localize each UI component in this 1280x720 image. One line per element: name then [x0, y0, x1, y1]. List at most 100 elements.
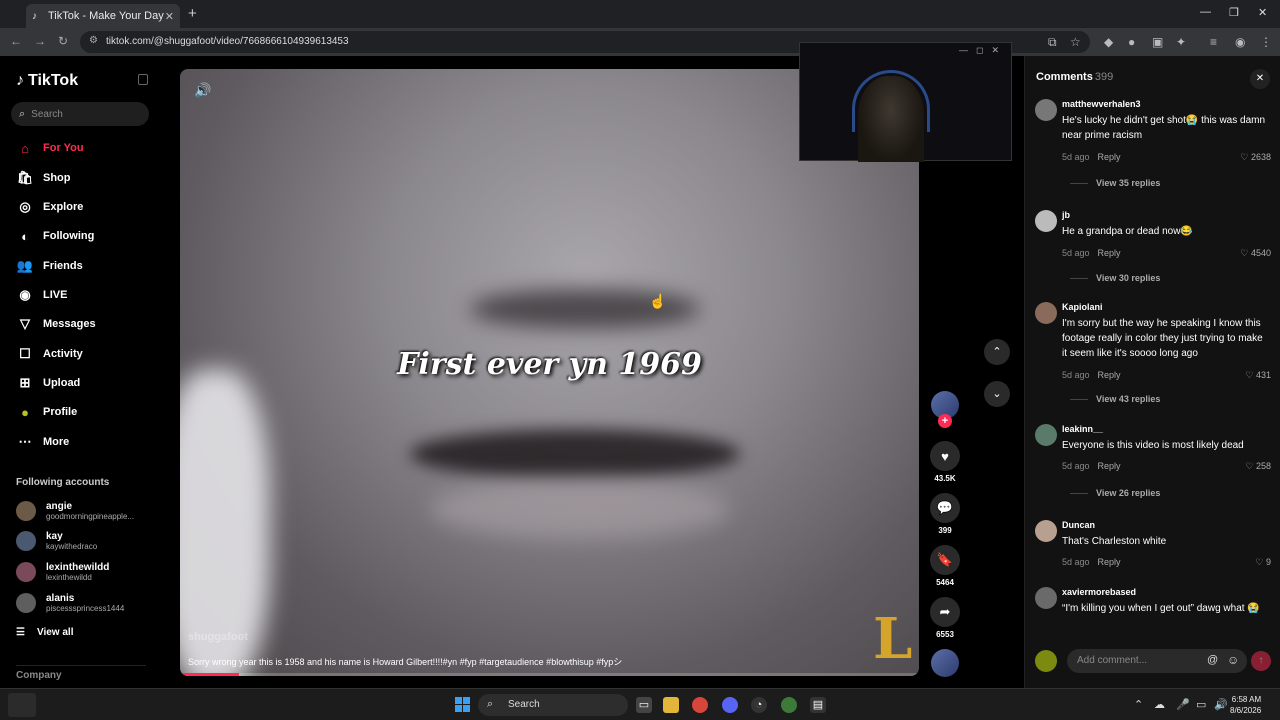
comment-like-button[interactable]: ♡ 258	[1245, 461, 1271, 472]
avatar[interactable]	[1035, 520, 1057, 542]
video-progress-bar[interactable]	[180, 673, 919, 676]
nav-for-you[interactable]: ⌂ For You	[16, 138, 83, 158]
close-comments-icon[interactable]: ✕	[1250, 69, 1270, 89]
forward-icon[interactable]: →	[34, 34, 46, 48]
window-close-icon[interactable]: ✕	[1258, 6, 1267, 19]
nav-friends[interactable]: 👥 Friends	[16, 256, 83, 276]
nav-explore[interactable]: ◎ Explore	[16, 197, 83, 217]
view-replies-button[interactable]: View 26 replies	[1070, 488, 1160, 498]
close-tab-icon[interactable]: ✕	[165, 10, 174, 23]
send-arrow-icon[interactable]: ↑	[1251, 651, 1271, 671]
comment-like-button[interactable]: ♡ 4540	[1240, 248, 1271, 259]
following-account[interactable]: lexinthewildd lexinthewildd	[16, 559, 109, 585]
following-account[interactable]: kay kaywithedraco	[16, 528, 97, 554]
comment-user[interactable]: xaviermorebased	[1062, 587, 1136, 597]
nav-upload[interactable]: ⊞ Upload	[16, 373, 81, 393]
profile-icon[interactable]: ◉	[1235, 35, 1245, 49]
comment-user[interactable]: leakinn__	[1062, 424, 1103, 434]
chrome-icon[interactable]	[692, 697, 708, 713]
like-button[interactable]: ♥ 43.5K	[929, 441, 961, 483]
comment-button[interactable]: 💬 399	[929, 493, 961, 535]
add-comment-input[interactable]: Add comment...	[1067, 649, 1247, 673]
tab-search-icon[interactable]: ≡	[1210, 35, 1217, 49]
reply-button[interactable]: Reply	[1098, 370, 1121, 380]
app-icon[interactable]: ▤	[810, 697, 826, 713]
install-app-icon[interactable]: ⧉	[1048, 35, 1057, 50]
display-icon[interactable]: ▭	[1196, 698, 1206, 711]
app-icon[interactable]: ◔	[751, 697, 767, 713]
following-account[interactable]: angie goodmorningpineapple...	[16, 498, 134, 524]
comment-like-button[interactable]: ♡ 2638	[1240, 152, 1271, 163]
view-all-link[interactable]: ☰ View all	[16, 627, 73, 638]
windows-start-icon[interactable]	[455, 697, 471, 713]
comment-user[interactable]: Kapiolani	[1062, 302, 1103, 312]
share-button[interactable]: ➦ 6553	[929, 597, 961, 639]
clock[interactable]: 6:58 AM 8/6/2026	[1230, 694, 1261, 716]
reply-button[interactable]: Reply	[1098, 557, 1121, 567]
nav-messages[interactable]: ▽ Messages	[16, 314, 96, 334]
extension-icon[interactable]: ●	[1128, 35, 1135, 49]
avatar[interactable]	[1035, 587, 1057, 609]
reply-button[interactable]: Reply	[1098, 152, 1121, 162]
browser-tab[interactable]: ♪ TikTok - Make Your Day ✕	[26, 4, 180, 28]
comment-like-button[interactable]: ♡ 431	[1245, 370, 1271, 381]
hand-cursor-icon: ☝	[649, 293, 667, 309]
network-icon[interactable]: ☁	[1154, 698, 1165, 711]
nav-shop[interactable]: 🛍 Shop	[16, 168, 71, 188]
nav-more[interactable]: ⋯ More	[16, 432, 70, 452]
avatar[interactable]	[1035, 210, 1057, 232]
new-tab-icon[interactable]: +	[188, 5, 197, 22]
reply-button[interactable]: Reply	[1098, 248, 1121, 258]
microphone-icon[interactable]: 🎤	[1176, 698, 1190, 711]
extension-icon[interactable]: ▣	[1152, 35, 1163, 49]
next-video-chevron-down-icon[interactable]: ⌄	[984, 381, 1010, 407]
site-info-icon[interactable]: ⚙	[89, 35, 98, 46]
view-replies-button[interactable]: View 35 replies	[1070, 178, 1160, 188]
avatar[interactable]	[1035, 99, 1057, 121]
show-hidden-icons-chevron-up-icon[interactable]: ⌃	[1134, 698, 1143, 711]
comment-user[interactable]: matthewverhalen3	[1062, 99, 1141, 109]
file-explorer-icon[interactable]	[663, 697, 679, 713]
tiktok-logo[interactable]: ♪ TikTok	[16, 72, 78, 90]
discord-icon[interactable]	[722, 697, 738, 713]
nav-profile[interactable]: ● Profile	[16, 402, 77, 422]
following-account[interactable]: alanis piscesssprincess1444	[16, 590, 124, 616]
back-icon[interactable]: ←	[10, 34, 22, 48]
task-view-icon[interactable]: ▭	[636, 697, 652, 713]
reply-button[interactable]: Reply	[1098, 461, 1121, 471]
video-author[interactable]: shuggafoot	[188, 631, 248, 643]
view-replies-button[interactable]: View 43 replies	[1070, 394, 1160, 404]
menu-kebab-icon[interactable]: ⋮	[1260, 35, 1272, 49]
widgets-button[interactable]	[8, 693, 36, 717]
chrome-active-icon[interactable]	[781, 697, 797, 713]
nav-activity[interactable]: ☐ Activity	[16, 344, 83, 364]
previous-video-chevron-up-icon[interactable]: ⌃	[984, 339, 1010, 365]
nav-live[interactable]: ◉ LIVE	[16, 285, 67, 305]
search-input[interactable]: ⌕ Search	[11, 102, 149, 126]
sound-disc-avatar[interactable]	[931, 649, 959, 677]
volume-icon[interactable]: 🔊	[1214, 698, 1228, 711]
emoji-icon[interactable]: ☺	[1227, 653, 1239, 667]
company-link[interactable]: Company	[16, 670, 62, 681]
taskbar-search[interactable]: ⌕ Search	[478, 694, 628, 716]
nav-following[interactable]: ◐ Following	[16, 226, 94, 246]
reload-icon[interactable]: ↻	[58, 34, 68, 48]
avatar[interactable]	[1035, 424, 1057, 446]
save-button[interactable]: 🔖 5464	[929, 545, 961, 587]
comment-like-button[interactable]: ♡ 9	[1255, 557, 1271, 568]
pip-window-controls[interactable]: —◻✕	[959, 45, 1007, 56]
maximize-icon[interactable]: ❐	[1229, 6, 1239, 19]
mention-at-icon[interactable]: @	[1207, 654, 1218, 666]
bookmark-star-icon[interactable]: ☆	[1070, 35, 1081, 49]
volume-icon[interactable]: 🔊	[194, 82, 211, 99]
extensions-puzzle-icon[interactable]: ✦	[1176, 35, 1186, 49]
picture-in-picture-window[interactable]: —◻✕	[799, 42, 1012, 162]
extension-icon[interactable]: ◆	[1104, 35, 1113, 49]
follow-plus-icon[interactable]: +	[938, 414, 952, 428]
avatar[interactable]	[1035, 302, 1057, 324]
minimize-icon[interactable]: —	[1200, 6, 1211, 18]
comment-user[interactable]: Duncan	[1062, 520, 1095, 530]
comment-user[interactable]: jb	[1062, 210, 1070, 220]
view-replies-button[interactable]: View 30 replies	[1070, 273, 1160, 283]
collapse-sidebar-icon[interactable]	[138, 74, 148, 85]
